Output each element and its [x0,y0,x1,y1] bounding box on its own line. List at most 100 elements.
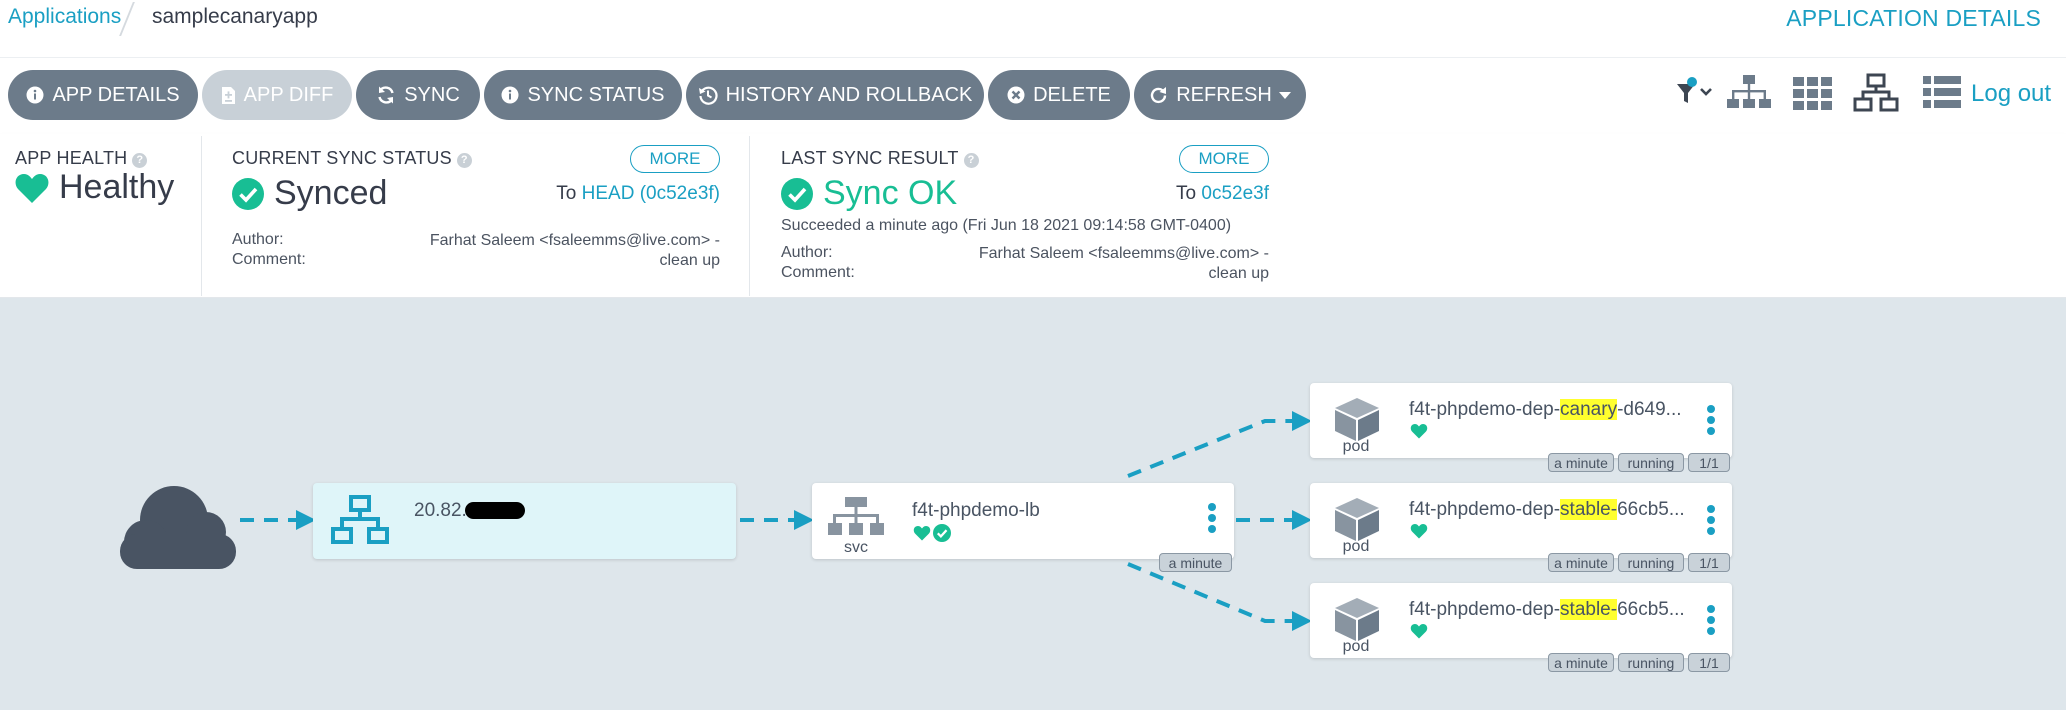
app-diff-button[interactable]: APP DIFF [202,70,352,120]
service-age-badge: a minute [1159,553,1232,572]
heart-icon [15,172,49,204]
pod-name: f4t-phpdemo-dep-stable-66cb5... [1409,599,1685,621]
app-details-button[interactable]: APP DETAILS [8,70,198,120]
pod-status-badge: running [1618,453,1684,472]
to-label: To [556,183,577,204]
filter-icon[interactable] [1675,76,1717,115]
author-label: Author: [232,231,284,248]
last-sync-succeeded: Succeeded a minute ago (Fri Jun 18 2021 … [781,217,1232,234]
delete-button[interactable]: DELETE [988,70,1130,120]
ingress-ip: 20.82. [414,500,467,521]
sync-icon [376,85,396,105]
refresh-label: REFRESH [1176,83,1272,106]
sync-status-button[interactable]: SYNC STATUS [484,70,682,120]
pod-name-suffix: 66cb5... [1617,499,1685,520]
info-icon [501,86,519,104]
file-diff-icon [221,86,236,105]
breadcrumb-applications-link[interactable]: Applications [8,5,121,29]
comment-text: clean up [659,252,721,269]
page-title: APPLICATION DETAILS [1786,5,2041,31]
last-sync-text: Sync OK [823,174,958,212]
pod-name-prefix: f4t-phpdemo-dep- [1409,399,1561,420]
pod-name: f4t-phpdemo-dep-stable-66cb5... [1409,499,1685,521]
refresh-icon [1149,86,1168,105]
pod-name-prefix: f4t-phpdemo-dep- [1409,599,1561,620]
sync-button[interactable]: SYNC [356,70,480,120]
pod-ready-badge: 1/1 [1688,453,1730,472]
current-sync-heading: CURRENT SYNC STATUS? [232,148,472,169]
check-circle-icon [232,177,264,210]
info-icon [26,86,44,104]
last-sync-revision: To 0c52e3f [1176,183,1269,205]
app-health-value: Healthy [15,168,174,207]
pod-ready-badge: 1/1 [1688,553,1730,572]
current-sync-label: CURRENT SYNC STATUS [232,148,452,168]
pod-node[interactable]: pod f4t-phpdemo-dep-stable-66cb5... [1310,583,1732,658]
author-text: Farhat Saleem <fsaleemms@live.com> - [429,232,720,249]
network-icon [331,495,389,550]
cloud-icon [116,484,240,575]
app-health-label: APP HEALTH [15,148,128,168]
pod-name-highlight: canary [1560,399,1618,420]
help-icon[interactable]: ? [456,152,472,168]
pod-name-prefix: f4t-phpdemo-dep- [1409,499,1561,520]
comment-text: clean up [1208,265,1270,282]
current-sync-revision: To HEAD (0c52e3f) [556,183,720,205]
current-sync-more-button[interactable]: MORE [630,145,720,173]
service-name: f4t-phpdemo-lb [912,500,1040,521]
pod-age-badge: a minute [1548,553,1614,572]
panel-divider [749,136,750,296]
comment-label: Comment: [781,264,855,281]
pod-name-highlight: stable- [1560,499,1618,520]
edge [1127,562,1312,631]
pod-kind: pod [1342,538,1370,555]
pod-status-badge: running [1618,653,1684,672]
last-sync-author: Farhat Saleem <fsaleemms@live.com> - clea… [979,244,1269,284]
breadcrumb-current-app: samplecanaryapp [152,5,318,28]
refresh-button[interactable]: REFRESH [1134,70,1306,120]
kebab-menu-icon[interactable] [1707,405,1715,438]
pod-age-badge: a minute [1548,653,1614,672]
delete-label: DELETE [1033,83,1111,106]
breadcrumb-separator [119,2,135,36]
pod-name-suffix: -d649... [1617,399,1682,420]
app-details-label: APP DETAILS [52,83,180,106]
current-sync-value: Synced [232,174,387,213]
pod-kind: pod [1342,438,1370,455]
app-health-heading: APP HEALTH? [15,148,148,169]
revision-link[interactable]: HEAD (0c52e3f) [582,183,720,204]
pod-node[interactable]: pod f4t-phpdemo-dep-stable-66cb5... [1310,483,1732,558]
help-icon[interactable]: ? [963,152,979,168]
pod-ready-badge: 1/1 [1688,653,1730,672]
pod-node[interactable]: pod f4t-phpdemo-dep-canary-d649... [1310,383,1732,458]
service-icon [828,497,884,544]
ingress-node[interactable]: 20.82. [313,483,736,559]
kebab-menu-icon[interactable] [1707,605,1715,638]
logout-link[interactable]: Log out [1971,80,2051,108]
app-health-text: Healthy [59,168,175,206]
last-sync-more-button[interactable]: MORE [1179,145,1269,173]
sync-status-label: SYNC STATUS [527,83,665,106]
last-sync-heading: LAST SYNC RESULT? [781,148,979,169]
check-circle-icon [933,524,951,547]
help-icon[interactable]: ? [132,152,148,168]
service-kind: svc [844,539,868,556]
history-and-rollback-button[interactable]: HISTORY AND ROLLBACK [686,70,984,120]
current-sync-text: Synced [274,174,388,212]
history-label: HISTORY AND ROLLBACK [725,83,973,106]
close-circle-icon [1007,86,1025,104]
tree-view-icon[interactable] [1726,74,1772,119]
service-node[interactable]: svc f4t-phpdemo-lb [812,483,1234,559]
kebab-menu-icon[interactable] [1707,505,1715,538]
revision-link[interactable]: 0c52e3f [1201,183,1269,204]
top-divider [0,57,2066,58]
list-view-icon[interactable] [1923,76,1961,115]
current-sync-author: Farhat Saleem <fsaleemms@live.com> - clea… [430,231,720,271]
network-view-icon[interactable] [1853,73,1899,118]
pod-name: f4t-phpdemo-dep-canary-d649... [1409,399,1682,421]
grid-view-icon[interactable] [1793,77,1833,116]
kebab-menu-icon[interactable] [1208,503,1216,536]
sync-label: SYNC [404,83,460,106]
panel-divider [201,136,202,296]
last-sync-value: Sync OK [781,174,957,213]
